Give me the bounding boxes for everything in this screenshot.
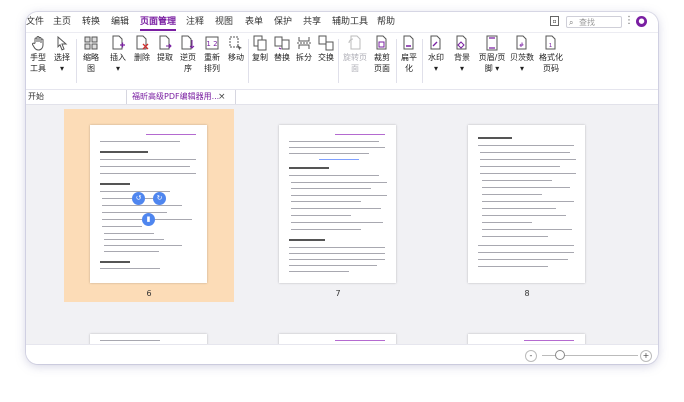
move-page-button[interactable]: 移动 — [226, 35, 246, 63]
format-page-number-icon: 1 — [543, 35, 559, 51]
delete-page-icon[interactable]: ▮ — [142, 213, 155, 226]
rotate-left-icon[interactable]: ↺ — [132, 192, 145, 205]
cursor-icon — [54, 35, 70, 51]
page-image — [279, 125, 396, 283]
menu-protect[interactable]: 保护 — [274, 12, 292, 32]
page-image: ↺ ↻ ▮ — [90, 125, 207, 283]
page-thumbnail-11[interactable] — [468, 334, 585, 344]
menu-comment[interactable]: 注释 — [186, 12, 204, 32]
page-thumbnail-10[interactable] — [279, 334, 396, 344]
flatten-button[interactable]: 扁平化 — [399, 35, 419, 74]
menu-file[interactable]: 文件 — [26, 12, 44, 32]
search-input[interactable]: ⌕ 查找 — [566, 16, 622, 28]
flatten-icon — [401, 35, 417, 51]
bates-number-button[interactable]: # 贝茨数 ▾ — [509, 35, 535, 74]
move-page-icon — [228, 35, 244, 51]
rotate-page-icon — [347, 35, 363, 51]
select-tool-button[interactable]: 选择 ▾ — [52, 35, 72, 74]
reverse-pages-button[interactable]: 逆页序 — [178, 35, 198, 74]
page-number: 8 — [524, 289, 530, 298]
page-thumbnail-9[interactable] — [90, 334, 207, 344]
svg-text:1: 1 — [549, 43, 553, 49]
rearrange-button[interactable]: 1 2 重新 排列 — [201, 35, 223, 74]
replace-page-icon — [274, 35, 290, 51]
hand-tool-button[interactable]: 手型 工具 — [28, 35, 48, 74]
swap-button[interactable]: 交换 — [316, 35, 336, 63]
search-icon: ⌕ — [569, 18, 574, 27]
menu-help[interactable]: 帮助 — [377, 12, 395, 32]
format-page-number-button[interactable]: 1 格式化 页码 — [538, 35, 564, 74]
menu-home[interactable]: 主页 — [53, 12, 71, 32]
page-image — [468, 125, 585, 283]
crop-page-icon — [374, 35, 390, 51]
watermark-button[interactable]: 水印 ▾ — [426, 35, 446, 74]
rotate-page-button[interactable]: 旋转页面 — [342, 35, 368, 74]
menu-view[interactable]: 视图 — [215, 12, 233, 32]
split-button[interactable]: 拆分 — [294, 35, 314, 63]
page-thumbnail-7[interactable]: 7 — [253, 109, 423, 302]
swap-icon — [318, 35, 334, 51]
bates-number-icon: # — [514, 35, 530, 51]
thumbnail-icon — [83, 35, 99, 51]
menu-accessibility[interactable]: 辅助工具 — [332, 12, 368, 32]
delete-page-button[interactable]: 删除 — [132, 35, 152, 63]
reverse-pages-icon — [180, 35, 196, 51]
zoom-slider-handle[interactable] — [555, 350, 565, 360]
page-thumbnail-6[interactable]: ↺ ↻ ▮ 6 — [64, 109, 234, 302]
rearrange-icon: 1 2 — [204, 35, 220, 51]
insert-page-icon — [110, 35, 126, 51]
background-button[interactable]: 背景 ▾ — [452, 35, 472, 74]
svg-text:1 2: 1 2 — [206, 40, 217, 48]
page-number: 7 — [335, 289, 341, 298]
hand-icon — [30, 35, 46, 51]
start-tab[interactable]: 开始 — [28, 90, 44, 104]
menu-edit[interactable]: 编辑 — [111, 12, 129, 32]
copy-page-button[interactable]: 复制 — [250, 35, 270, 63]
crop-page-button[interactable]: 裁剪 页面 — [371, 35, 393, 74]
more-options-icon[interactable]: ⋮ — [624, 15, 634, 26]
insert-page-button[interactable]: 插入 ▾ — [108, 35, 128, 74]
delete-page-icon — [134, 35, 150, 51]
header-footer-button[interactable]: 页眉/页脚 ▾ — [478, 35, 506, 74]
close-tab-icon[interactable]: × — [218, 90, 226, 104]
background-icon — [454, 35, 470, 51]
menu-page-management[interactable]: 页面管理 — [140, 12, 177, 32]
menu-bar: 文件 主页 转换 编辑 页面管理 注释 视图 表单 保护 共享 辅助工具 帮助 … — [26, 12, 658, 33]
search-placeholder: 查找 — [579, 18, 595, 27]
menu-share[interactable]: 共享 — [303, 12, 321, 32]
extract-page-button[interactable]: 提取 — [155, 35, 175, 63]
status-bar: - + — [26, 344, 658, 364]
thumbnail-button[interactable]: 缩略图 — [81, 35, 101, 74]
watermark-icon — [428, 35, 444, 51]
rotate-right-icon[interactable]: ↻ — [153, 192, 166, 205]
zoom-out-button[interactable]: - — [525, 350, 537, 362]
thumbnail-view[interactable]: ↺ ↻ ▮ 6 7 8 — [26, 105, 658, 344]
menu-form[interactable]: 表单 — [245, 12, 263, 32]
copy-page-icon — [252, 35, 268, 51]
ribbon-toolbar: 手型工具 选择▾ 缩略图 插入▾ 删除 提取 逆页序 1 2 重新排列 — [26, 33, 658, 90]
header-footer-icon — [484, 35, 500, 51]
user-avatar-icon[interactable]: ● — [636, 16, 647, 27]
svg-text:#: # — [519, 42, 524, 49]
extract-page-icon — [157, 35, 173, 51]
page-thumbnail-8[interactable]: 8 — [442, 109, 612, 302]
view-mode-icon[interactable]: ▫ — [550, 16, 559, 26]
menu-convert[interactable]: 转换 — [82, 12, 100, 32]
document-tab-bar: 开始 福昕高级PDF编辑器用... × — [26, 90, 658, 105]
split-icon — [296, 35, 312, 51]
zoom-in-button[interactable]: + — [640, 350, 652, 362]
page-number: 6 — [146, 289, 152, 298]
replace-page-button[interactable]: 替换 — [272, 35, 292, 63]
app-window: 文件 主页 转换 编辑 页面管理 注释 视图 表单 保护 共享 辅助工具 帮助 … — [26, 12, 658, 364]
